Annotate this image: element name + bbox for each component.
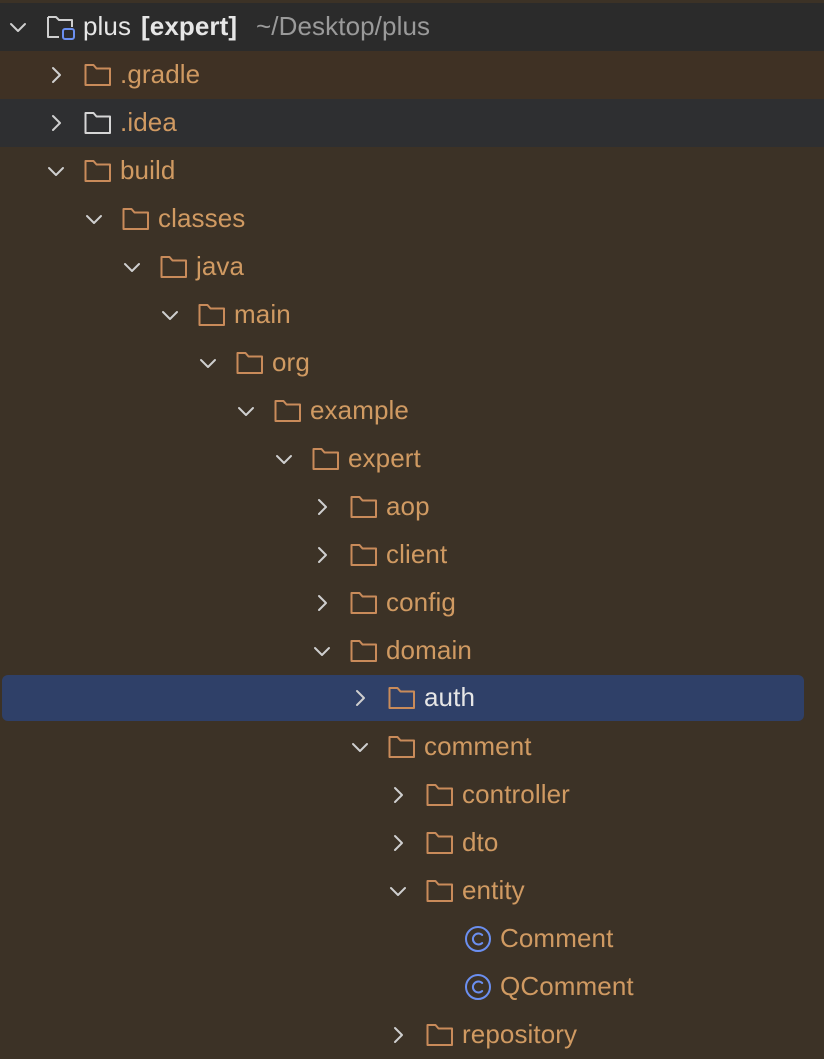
tree-item-folder[interactable]: build	[0, 147, 824, 195]
folder-icon	[83, 61, 113, 89]
chevron-down-icon[interactable]	[45, 160, 67, 182]
chevron-down-icon[interactable]	[159, 304, 181, 326]
chevron-right-icon[interactable]	[387, 1024, 409, 1046]
chevron-right-icon[interactable]	[387, 784, 409, 806]
project-name: plus	[83, 10, 132, 41]
tree-item-folder[interactable]: repository	[0, 1011, 824, 1059]
folder-icon	[425, 877, 455, 905]
folder-icon	[121, 205, 151, 233]
tree-item-label: .gradle	[120, 58, 201, 89]
tree-item-label: aop	[386, 490, 430, 521]
tree-item-label: main	[234, 298, 291, 329]
class-icon	[464, 925, 492, 953]
chevron-down-icon[interactable]	[7, 16, 29, 38]
folder-icon	[349, 493, 379, 521]
chevron-right-icon[interactable]	[349, 687, 371, 709]
tree-item-label: expert	[348, 442, 421, 473]
folder-icon	[273, 397, 303, 425]
chevron-right-icon[interactable]	[311, 496, 333, 518]
folder-icon	[83, 157, 113, 185]
tree-item-label: domain	[386, 634, 472, 665]
tree-item-folder[interactable]: entity	[0, 867, 824, 915]
tree-item-label: entity	[462, 874, 525, 905]
tree-item-folder[interactable]: java	[0, 243, 824, 291]
chevron-right-icon[interactable]	[311, 544, 333, 566]
tree-item-label: comment	[424, 730, 532, 761]
chevron-down-icon[interactable]	[83, 208, 105, 230]
folder-icon	[349, 589, 379, 617]
tree-item-label: auth	[424, 681, 476, 712]
tree-item-label: Comment	[500, 922, 614, 953]
tree-item-folder[interactable]: domain	[0, 627, 824, 675]
tree-item-folder[interactable]: example	[0, 387, 824, 435]
project-module: [expert]	[141, 10, 238, 41]
project-root-row[interactable]: plus [expert] ~/Desktop/plus	[0, 3, 824, 51]
tree-item-folder[interactable]: dto	[0, 819, 824, 867]
chevron-down-icon[interactable]	[197, 352, 219, 374]
folder-icon	[425, 829, 455, 857]
tree-item-label: .idea	[120, 106, 177, 137]
tree-item-label: repository	[462, 1018, 578, 1049]
class-icon	[464, 973, 492, 1001]
project-folder-icon	[46, 13, 76, 41]
tree-item-folder[interactable]: .idea	[0, 99, 824, 147]
tree-item-folder[interactable]: config	[0, 579, 824, 627]
chevron-right-icon[interactable]	[311, 592, 333, 614]
tree-item-label: example	[310, 394, 409, 425]
tree-item-label: java	[196, 250, 245, 281]
tree-item-folder[interactable]: classes	[0, 195, 824, 243]
tree-item-folder[interactable]: controller	[0, 771, 824, 819]
tree-item-label: client	[386, 538, 448, 569]
project-tree: plus [expert] ~/Desktop/plus .gradle .ide…	[0, 0, 824, 1058]
folder-icon	[235, 349, 265, 377]
tree-item-label: config	[386, 586, 456, 617]
tree-item-folder[interactable]: auth	[2, 675, 804, 721]
folder-icon	[425, 781, 455, 809]
chevron-right-icon[interactable]	[45, 112, 67, 134]
tree-item-label: QComment	[500, 970, 634, 1001]
project-path: ~/Desktop/plus	[256, 10, 431, 41]
folder-icon	[387, 684, 417, 712]
folder-icon	[349, 637, 379, 665]
folder-icon	[159, 253, 189, 281]
chevron-right-icon[interactable]	[387, 832, 409, 854]
folder-icon	[83, 109, 113, 137]
chevron-down-icon[interactable]	[121, 256, 143, 278]
tree-item-class[interactable]: Comment	[0, 915, 824, 963]
folder-icon	[425, 1021, 455, 1049]
chevron-down-icon[interactable]	[235, 400, 257, 422]
chevron-down-icon[interactable]	[349, 736, 371, 758]
chevron-down-icon[interactable]	[387, 880, 409, 902]
folder-icon	[349, 541, 379, 569]
tree-item-folder[interactable]: comment	[0, 723, 824, 771]
tree-item-folder[interactable]: main	[0, 291, 824, 339]
folder-icon	[387, 733, 417, 761]
tree-item-folder[interactable]: aop	[0, 483, 824, 531]
chevron-down-icon[interactable]	[273, 448, 295, 470]
tree-item-folder[interactable]: client	[0, 531, 824, 579]
chevron-down-icon[interactable]	[311, 640, 333, 662]
tree-item-label: controller	[462, 778, 570, 809]
tree-item-label: classes	[158, 202, 246, 233]
chevron-right-icon[interactable]	[45, 64, 67, 86]
tree-item-label: dto	[462, 826, 499, 857]
folder-icon	[311, 445, 341, 473]
tree-item-folder[interactable]: org	[0, 339, 824, 387]
tree-item-label: org	[272, 346, 310, 377]
folder-icon	[197, 301, 227, 329]
tree-item-class[interactable]: QComment	[0, 963, 824, 1011]
tree-item-folder[interactable]: .gradle	[0, 51, 824, 99]
tree-item-folder[interactable]: expert	[0, 435, 824, 483]
tree-item-label: build	[120, 154, 176, 185]
